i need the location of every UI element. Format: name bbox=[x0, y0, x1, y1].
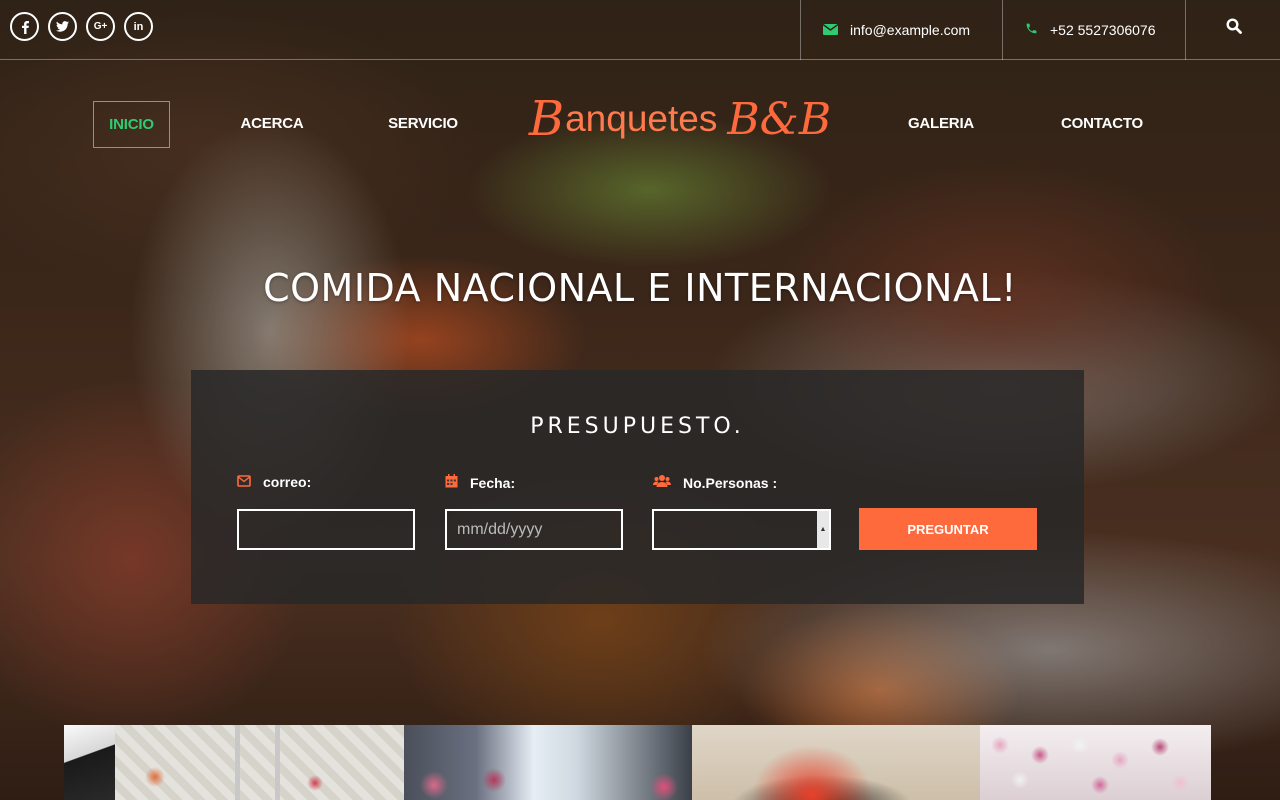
users-icon bbox=[653, 474, 671, 491]
envelope-outline-icon bbox=[237, 474, 251, 490]
date-label: Fecha: bbox=[445, 474, 515, 491]
facebook-icon[interactable] bbox=[10, 12, 39, 41]
envelope-icon bbox=[822, 22, 839, 38]
budget-form-title: PRESUPUESTO. bbox=[530, 414, 745, 439]
calendar-icon bbox=[445, 474, 458, 491]
email-label: correo: bbox=[237, 474, 311, 490]
contact-email[interactable]: info@example.com bbox=[800, 0, 1002, 60]
brand-logo[interactable]: Banquetes B&B bbox=[505, 84, 855, 154]
top-bar: G+ in info@example.com +52 5527306076 bbox=[0, 0, 1280, 60]
phone-icon bbox=[1025, 22, 1038, 38]
linkedin-icon[interactable]: in bbox=[124, 12, 153, 41]
hero-headline: COMIDA NACIONAL E INTERNACIONAL! bbox=[263, 266, 1017, 310]
submit-button[interactable]: PREGUNTAR bbox=[859, 508, 1037, 550]
gallery-strip bbox=[64, 725, 1211, 800]
social-links: G+ in bbox=[10, 12, 153, 41]
contact-email-text: info@example.com bbox=[850, 22, 971, 38]
people-label: No.Personas : bbox=[653, 474, 777, 491]
date-label-text: Fecha: bbox=[470, 474, 516, 491]
brand-initial: B bbox=[528, 91, 565, 147]
people-select[interactable]: ▲ bbox=[652, 509, 831, 550]
budget-form: PRESUPUESTO. correo: Fecha: No.Personas … bbox=[191, 370, 1084, 604]
people-label-text: No.Personas : bbox=[683, 474, 778, 491]
contact-phone-text: +52 5527306076 bbox=[1050, 22, 1156, 38]
gallery-thumb-2[interactable] bbox=[115, 725, 404, 800]
email-field[interactable] bbox=[237, 509, 415, 550]
google-plus-icon[interactable]: G+ bbox=[86, 12, 115, 41]
twitter-icon[interactable] bbox=[48, 12, 77, 41]
gallery-thumb-4[interactable] bbox=[692, 725, 980, 800]
nav-item-contacto[interactable]: CONTACTO bbox=[1050, 101, 1154, 148]
contact-phone[interactable]: +52 5527306076 bbox=[1002, 0, 1186, 60]
nav-item-inicio[interactable]: INICIO bbox=[93, 101, 170, 148]
brand-suffix: B&B bbox=[727, 93, 832, 145]
gallery-thumb-5[interactable] bbox=[980, 725, 1211, 800]
select-arrows-icon: ▲ bbox=[817, 511, 829, 548]
email-label-text: correo: bbox=[263, 474, 312, 490]
search-icon[interactable] bbox=[1226, 18, 1250, 42]
gallery-thumb-3[interactable] bbox=[404, 725, 692, 800]
date-field[interactable] bbox=[445, 509, 623, 550]
nav-item-galeria[interactable]: GALERIA bbox=[900, 101, 982, 148]
nav-item-acerca[interactable]: ACERCA bbox=[232, 101, 312, 148]
brand-word: anquetes bbox=[565, 98, 718, 139]
nav-item-servicio[interactable]: SERVICIO bbox=[379, 101, 467, 148]
gallery-thumb-1[interactable] bbox=[64, 725, 115, 800]
